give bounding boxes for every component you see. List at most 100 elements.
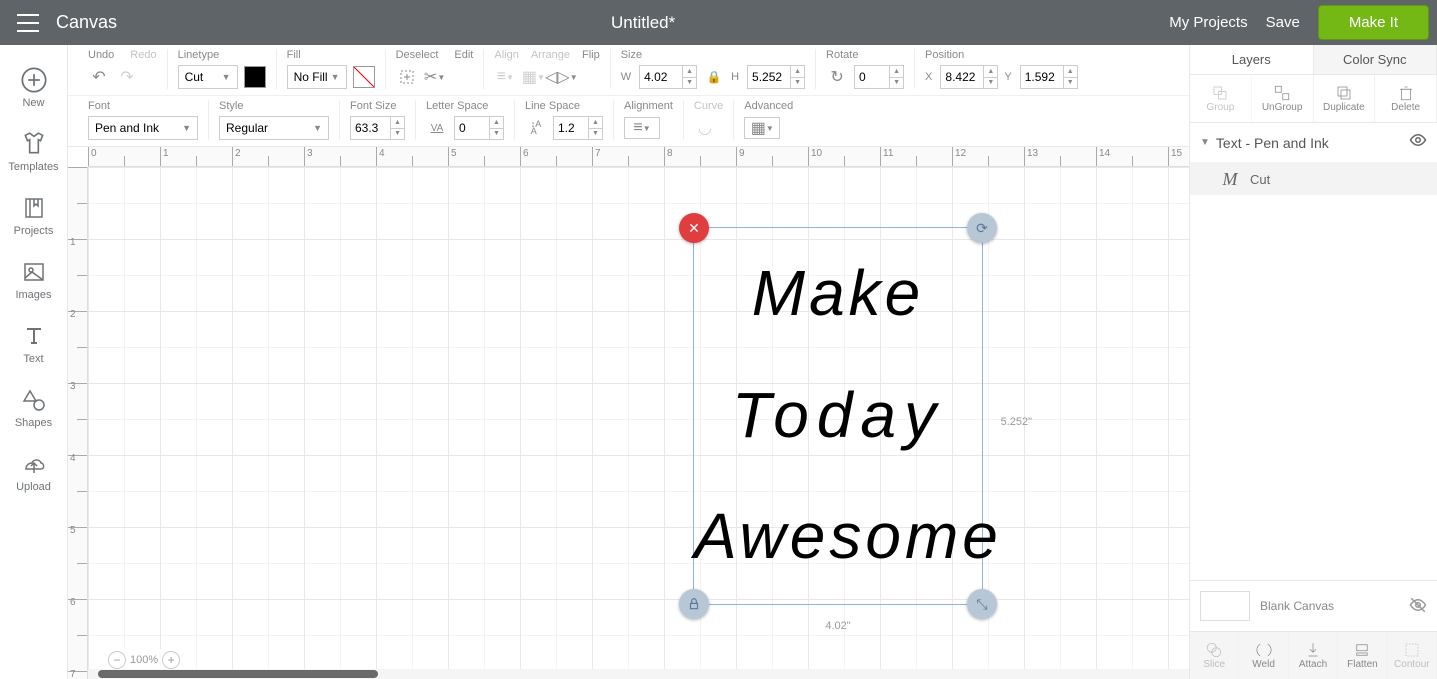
height-dim: 5.252" — [1001, 416, 1032, 428]
advanced-button[interactable]: ▦▼ — [744, 117, 780, 139]
delete-button[interactable]: Delete — [1375, 75, 1437, 122]
image-icon — [19, 257, 49, 287]
rail-label: Shapes — [15, 417, 52, 429]
linetype-value: Cut — [185, 70, 204, 84]
weld-label: Weld — [1252, 659, 1275, 670]
rotate-input[interactable]: 0▲▼ — [854, 65, 904, 89]
rail-label: New — [22, 97, 44, 109]
linetype-color[interactable] — [244, 66, 266, 88]
curve-button[interactable]: ◡ — [694, 117, 716, 139]
rotate-icon: ↻ — [826, 66, 848, 88]
alignment-button[interactable]: ≡▼ — [624, 117, 660, 139]
fill-dropdown[interactable]: No Fill▼ — [287, 65, 347, 89]
shirt-icon — [19, 129, 49, 159]
lock-aspect-icon[interactable]: 🔒 — [703, 66, 725, 88]
curve-label: Curve — [694, 100, 723, 112]
visibility-icon[interactable] — [1409, 131, 1427, 154]
style-dropdown[interactable]: Regular▼ — [219, 116, 329, 140]
rail-images[interactable]: Images — [0, 247, 67, 311]
align-button[interactable]: ≡▼ — [494, 66, 516, 88]
delete-handle[interactable]: ✕ — [679, 213, 709, 243]
tool-rail: New Templates Projects Images Text Shape… — [0, 45, 68, 679]
rail-new[interactable]: New — [0, 55, 67, 119]
undo-button[interactable]: ↶ — [88, 66, 110, 88]
rail-label: Templates — [8, 161, 58, 173]
width-value: 4.02 — [640, 70, 682, 84]
arrange-button[interactable]: ▦▼ — [522, 66, 544, 88]
my-projects-link[interactable]: My Projects — [1169, 14, 1247, 31]
zoom-out[interactable]: − — [108, 651, 126, 669]
weld-button[interactable]: Weld — [1239, 632, 1288, 679]
y-prefix: Y — [1004, 71, 1011, 83]
width-dim: 4.02" — [825, 620, 850, 632]
ruler-horizontal: 0123456789101112131415 — [88, 147, 1189, 167]
rotate-label: Rotate — [826, 49, 904, 61]
rotate-handle[interactable]: ⟳ — [967, 213, 997, 243]
h-scrollbar[interactable] — [88, 669, 1189, 679]
selection-box[interactable]: Make Today Awesome ✕ ⟳ ⤡ 5.252" 4.02" — [693, 227, 983, 605]
size-label: Size — [621, 49, 805, 61]
y-input[interactable]: 1.592▲▼ — [1020, 65, 1078, 89]
caret-down-icon[interactable]: ▼ — [1200, 137, 1210, 148]
visibility-off-icon[interactable] — [1409, 596, 1427, 617]
slice-label: Slice — [1203, 659, 1225, 670]
fontsize-input[interactable]: 63.3▲▼ — [350, 116, 405, 140]
width-input[interactable]: 4.02▲▼ — [639, 65, 697, 89]
attach-label: Attach — [1299, 659, 1327, 670]
rail-label: Images — [15, 289, 51, 301]
app-title: Canvas — [56, 12, 117, 33]
redo-button[interactable]: ↷ — [116, 66, 138, 88]
rail-upload[interactable]: Upload — [0, 439, 67, 503]
ungroup-button[interactable]: UnGroup — [1252, 75, 1314, 122]
save-link[interactable]: Save — [1266, 14, 1300, 31]
slice-button[interactable]: Slice — [1190, 632, 1239, 679]
sublayer-row[interactable]: M Cut — [1190, 163, 1437, 195]
right-panel: Layers Color Sync Group UnGroup Duplicat… — [1189, 45, 1437, 679]
linespace-input[interactable]: 1.2▲▼ — [553, 116, 603, 140]
canvas[interactable]: 0123456789101112131415 1234567 Make Toda… — [68, 147, 1189, 679]
height-input[interactable]: 5.252▲▼ — [747, 65, 805, 89]
fill-color[interactable] — [353, 66, 375, 88]
menu-button[interactable] — [8, 0, 48, 45]
rail-label: Projects — [14, 225, 54, 237]
zoom-in[interactable]: + — [162, 651, 180, 669]
make-it-button[interactable]: Make It — [1318, 5, 1429, 40]
flatten-button[interactable]: Flatten — [1338, 632, 1387, 679]
scale-handle[interactable]: ⤡ — [967, 589, 997, 619]
canvas-text[interactable]: Make Today Awesome — [694, 228, 982, 598]
tab-colorsync[interactable]: Color Sync — [1314, 45, 1437, 74]
contour-button[interactable]: Contour — [1388, 632, 1437, 679]
attach-button[interactable]: Attach — [1289, 632, 1338, 679]
tab-layers[interactable]: Layers — [1190, 45, 1314, 74]
duplicate-label: Duplicate — [1323, 102, 1365, 113]
flip-button[interactable]: ◁▷▼ — [550, 66, 572, 88]
fontsize-label: Font Size — [350, 100, 405, 112]
layer-thumb: M — [1218, 169, 1242, 189]
font-dropdown[interactable]: Pen and Ink▼ — [88, 116, 198, 140]
h-prefix: H — [731, 71, 739, 83]
layer-row[interactable]: ▼ Text - Pen and Ink — [1190, 123, 1437, 163]
arrange-label: Arrange — [531, 49, 570, 61]
top-bar: Canvas Untitled* My Projects Save Make I… — [0, 0, 1437, 45]
alignment-label: Alignment — [624, 100, 673, 112]
duplicate-button[interactable]: Duplicate — [1314, 75, 1376, 122]
x-input[interactable]: 8.422▲▼ — [940, 65, 998, 89]
lock-handle[interactable] — [679, 589, 709, 619]
edit-button[interactable]: ✂▼ — [424, 66, 446, 88]
rail-templates[interactable]: Templates — [0, 119, 67, 183]
blank-canvas-row[interactable]: Blank Canvas — [1190, 580, 1437, 631]
text-line-1: Make — [694, 233, 982, 355]
document-title[interactable]: Untitled* — [117, 13, 1169, 33]
rail-text[interactable]: Text — [0, 311, 67, 375]
linespace-icon: ↕AA — [525, 117, 547, 139]
ungroup-label: UnGroup — [1262, 102, 1303, 113]
rail-shapes[interactable]: Shapes — [0, 375, 67, 439]
group-button[interactable]: Group — [1190, 75, 1252, 122]
x-value: 8.422 — [941, 70, 983, 84]
deselect-button[interactable] — [396, 66, 418, 88]
letterspace-input[interactable]: 0▲▼ — [454, 116, 504, 140]
rail-projects[interactable]: Projects — [0, 183, 67, 247]
linetype-dropdown[interactable]: Cut▼ — [178, 65, 238, 89]
blank-canvas-swatch[interactable] — [1200, 591, 1250, 621]
rail-label: Text — [23, 353, 43, 365]
